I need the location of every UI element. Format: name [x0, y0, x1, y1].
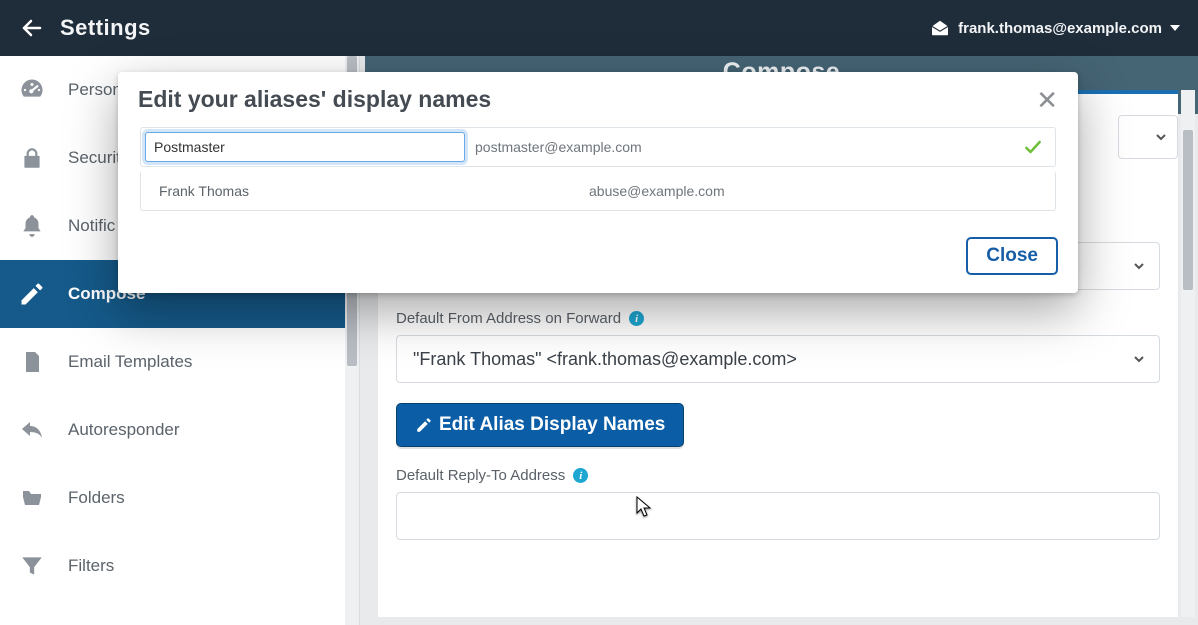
reply-to-block: Default Reply-To Address i — [396, 467, 1160, 540]
alias-name: Frank Thomas — [153, 183, 483, 199]
modal-body: postmaster@example.com Frank Thomas abus… — [118, 121, 1078, 231]
forward-label-text: Default From Address on Forward — [396, 310, 621, 327]
edit-icon — [415, 416, 433, 434]
lock-icon — [18, 144, 46, 172]
sidebar-item-folders[interactable]: Folders — [0, 464, 345, 532]
modal-close-button[interactable]: Close — [966, 237, 1058, 275]
reply-to-input[interactable] — [396, 492, 1160, 540]
alias-name-input[interactable] — [145, 132, 465, 162]
alias-email: postmaster@example.com — [475, 139, 642, 155]
page-title: Settings — [60, 15, 151, 41]
funnel-icon — [18, 552, 46, 580]
check-icon — [1023, 137, 1043, 157]
button-label: Edit Alias Display Names — [439, 414, 665, 436]
button-label: Close — [986, 245, 1038, 266]
field-label: Default From Address on Forward i — [396, 310, 1160, 327]
sidebar-item-filters[interactable]: Filters — [0, 532, 345, 600]
default-from-forward-select[interactable]: "Frank Thomas" <frank.thomas@example.com… — [396, 335, 1160, 383]
chevron-down-icon — [1133, 261, 1145, 271]
field-label: Default Reply-To Address i — [396, 467, 1160, 484]
sidebar-item-autoresponder[interactable]: Autoresponder — [0, 396, 345, 464]
sidebar-item-label: Notific — [68, 216, 115, 236]
caret-down-icon — [1170, 24, 1180, 32]
info-icon[interactable]: i — [573, 468, 588, 483]
compose-icon — [18, 280, 46, 308]
modal-header: Edit your aliases' display names ✕ — [118, 72, 1078, 121]
info-icon[interactable]: i — [629, 311, 644, 326]
default-from-forward-block: Default From Address on Forward i "Frank… — [396, 310, 1160, 383]
edit-alias-block: Edit Alias Display Names — [396, 403, 1160, 447]
alias-row: postmaster@example.com — [140, 127, 1056, 167]
modal-close-x[interactable]: ✕ — [1036, 87, 1058, 113]
alias-email: abuse@example.com — [589, 183, 725, 199]
gauge-icon — [18, 76, 46, 104]
bell-icon — [18, 212, 46, 240]
reply-icon — [18, 416, 46, 444]
modal-footer: Close — [118, 231, 1078, 293]
sidebar-item-label: Folders — [68, 488, 125, 508]
alias-row[interactable]: Frank Thomas abuse@example.com — [140, 171, 1056, 211]
account-menu[interactable]: frank.thomas@example.com — [930, 20, 1180, 37]
account-email: frank.thomas@example.com — [958, 20, 1162, 37]
scrollbar-thumb[interactable] — [1183, 130, 1193, 290]
partial-select[interactable] — [1118, 115, 1178, 159]
mail-open-icon — [930, 20, 950, 36]
folder-icon — [18, 484, 46, 512]
app-header: Settings frank.thomas@example.com — [0, 0, 1198, 56]
chevron-down-icon — [1155, 132, 1167, 142]
sidebar-item-label: Securit — [68, 148, 121, 168]
forward-value: "Frank Thomas" <frank.thomas@example.com… — [413, 349, 797, 370]
tab-indicator — [1068, 90, 1178, 94]
content-scrollbar[interactable] — [1181, 90, 1195, 617]
arrow-left-icon — [20, 16, 44, 40]
sidebar-item-label: Email Templates — [68, 352, 192, 372]
edit-aliases-modal: Edit your aliases' display names ✕ postm… — [118, 72, 1078, 293]
file-icon — [18, 348, 46, 376]
sidebar-item-email-templates[interactable]: Email Templates — [0, 328, 345, 396]
sidebar-item-label: Filters — [68, 556, 114, 576]
sidebar-item-label: Person — [68, 80, 122, 100]
back-button[interactable] — [18, 14, 46, 42]
reply-to-label-text: Default Reply-To Address — [396, 467, 565, 484]
chevron-down-icon — [1133, 354, 1145, 364]
edit-alias-display-names-button[interactable]: Edit Alias Display Names — [396, 403, 684, 447]
sidebar-item-label: Autoresponder — [68, 420, 180, 440]
modal-title: Edit your aliases' display names — [138, 86, 491, 113]
